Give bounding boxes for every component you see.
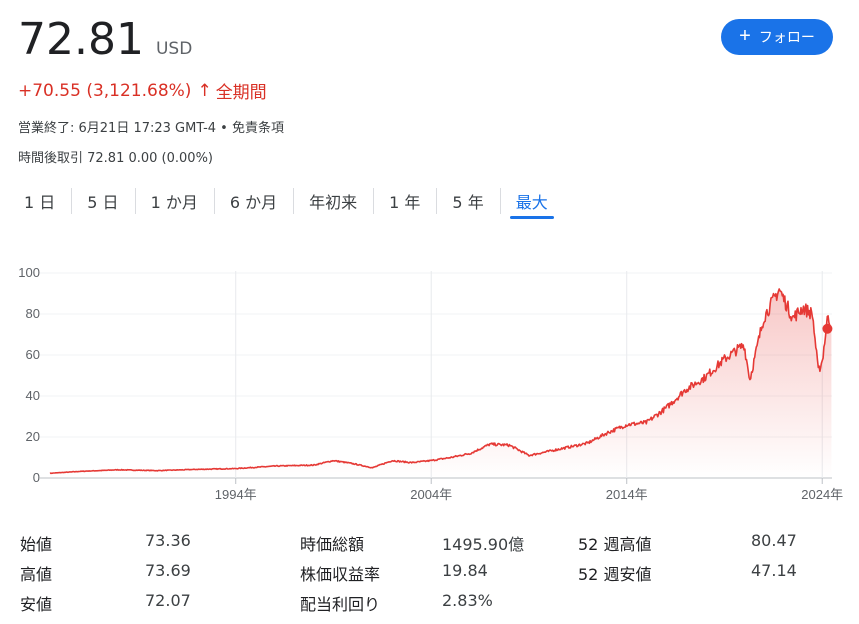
tab-max[interactable]: 最大 [499,186,564,219]
currency-label: USD [155,39,193,59]
disclaimer-link[interactable]: 免責条項 [232,121,284,136]
price-change: +70.55 (3,121.68%) ↑ 全期間 [18,78,267,104]
stat-mktcap-label: 時価総額 [300,535,365,554]
stat-52wk-low-label: 52 週安値 [578,565,652,584]
stat-divyield-value: 2.83% [442,591,493,610]
tab-5y[interactable]: 5 年 [436,186,499,216]
tab-ytd[interactable]: 年初来 [293,186,373,216]
y-tick-label: 0 [33,470,40,485]
price-value: 72.81 [18,14,144,65]
stat-high-label: 高値 [20,565,53,584]
tab-6m[interactable]: 6 か月 [213,186,293,216]
tab-1d[interactable]: 1 日 [8,186,71,216]
market-status: 営業終了: 6月21日 17:23 GMT-4 • 免責条項 [18,117,284,136]
tab-1y[interactable]: 1 年 [373,186,436,216]
y-axis: 0 20 40 60 80 100 [18,265,40,485]
y-tick-label: 40 [26,388,40,403]
stat-pe-label: 株価収益率 [300,565,381,584]
range-tabs: 1 日 5 日 1 か月 6 か月 年初来 1 年 5 年 最大 [8,186,564,222]
price-chart[interactable]: 0 20 40 60 80 100 1994年 2004年 2014年 2024年 [0,255,859,510]
after-hours: 時間後取引 72.81 0.00 (0.00%) [18,151,214,166]
plus-icon: + [739,25,751,47]
stat-mktcap-value: 1495.90億 [442,535,525,554]
last-price-dot [822,323,833,334]
series-layer [49,288,833,478]
stat-open-value: 73.36 [145,531,191,550]
change-value: +70.55 (3,121.68%) [18,80,192,101]
y-tick-label: 80 [26,306,40,321]
closed-text: 営業終了: 6月21日 17:23 GMT-4 • [18,121,232,136]
change-period: 全期間 [215,83,267,103]
x-tick-label: 2024年 [801,487,843,502]
stat-high-value: 73.69 [145,561,191,580]
x-tick-label: 2014年 [606,487,648,502]
stat-52wk-low-value: 47.14 [751,561,797,580]
arrow-up-icon: ↑ [197,80,212,101]
y-tick-label: 100 [18,265,40,280]
quote-header: 72.81 USD [18,14,192,65]
stat-52wk-high-value: 80.47 [751,531,797,550]
tab-5d[interactable]: 5 日 [71,186,134,216]
tab-1m[interactable]: 1 か月 [134,186,214,216]
stat-low-value: 72.07 [145,591,191,610]
x-tick-label: 2004年 [410,487,452,502]
x-axis: 1994年 2004年 2014年 2024年 [215,478,843,502]
follow-button-label: フォロー [758,29,815,45]
stat-pe-value: 19.84 [442,561,488,580]
price-area [50,289,832,478]
stat-open-label: 始値 [20,535,53,554]
y-tick-label: 20 [26,429,40,444]
follow-button[interactable]: + フォロー [721,19,833,55]
stat-52wk-high-label: 52 週高値 [578,535,652,554]
stat-divyield-label: 配当利回り [300,595,381,614]
x-tick-label: 1994年 [215,487,257,502]
stat-low-label: 安値 [20,595,53,614]
y-tick-label: 60 [26,347,40,362]
